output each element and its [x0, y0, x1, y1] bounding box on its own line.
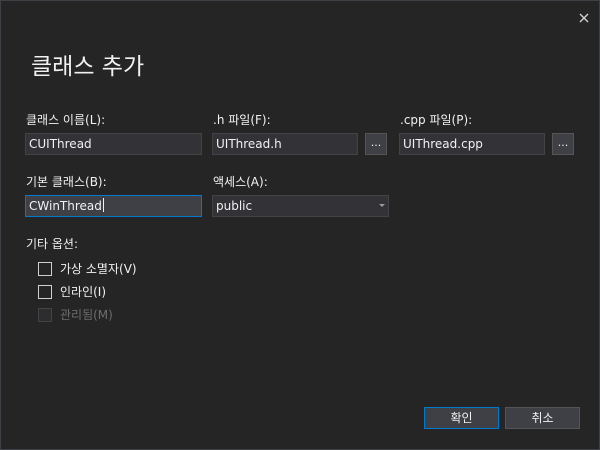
- base-class-label: 기본 클래스(B):: [26, 175, 107, 189]
- ok-button[interactable]: 확인: [424, 407, 499, 429]
- cpp-file-browse-button[interactable]: ...: [552, 133, 574, 155]
- class-name-input[interactable]: CUIThread: [25, 133, 202, 155]
- managed-label: 관리됨(M): [60, 308, 113, 322]
- dropdown-arrow-icon: [379, 204, 385, 207]
- virtual-destructor-checkbox[interactable]: [38, 262, 52, 276]
- cancel-button[interactable]: 취소: [505, 407, 580, 429]
- inline-label: 인라인(I): [60, 285, 107, 299]
- close-button[interactable]: [575, 9, 593, 27]
- other-options-label: 기타 옵션:: [26, 237, 79, 251]
- option-managed: 관리됨(M): [38, 307, 113, 323]
- text-caret: [102, 198, 104, 212]
- virtual-destructor-label: 가상 소멸자(V): [60, 262, 137, 276]
- option-inline[interactable]: 인라인(I): [38, 284, 106, 300]
- access-label: 액세스(A):: [213, 175, 268, 189]
- dialog-title: 클래스 추가: [31, 54, 145, 80]
- access-dropdown[interactable]: public: [212, 195, 389, 217]
- add-class-dialog: 클래스 추가 클래스 이름(L): .h 파일(F): .cpp 파일(P): …: [0, 0, 600, 450]
- close-icon: [579, 13, 589, 23]
- h-file-browse-button[interactable]: ...: [365, 133, 387, 155]
- managed-checkbox: [38, 308, 52, 322]
- cpp-file-input[interactable]: UIThread.cpp: [399, 133, 545, 155]
- h-file-label: .h 파일(F):: [213, 113, 271, 127]
- option-virtual-destructor[interactable]: 가상 소멸자(V): [38, 261, 137, 277]
- access-selected-value: public: [216, 199, 253, 213]
- cpp-file-label: .cpp 파일(P):: [400, 113, 473, 127]
- inline-checkbox[interactable]: [38, 285, 52, 299]
- base-class-input[interactable]: CWinThread: [25, 195, 202, 217]
- h-file-input[interactable]: UIThread.h: [212, 133, 358, 155]
- class-name-label: 클래스 이름(L):: [26, 113, 106, 127]
- base-class-value: CWinThread: [29, 199, 102, 213]
